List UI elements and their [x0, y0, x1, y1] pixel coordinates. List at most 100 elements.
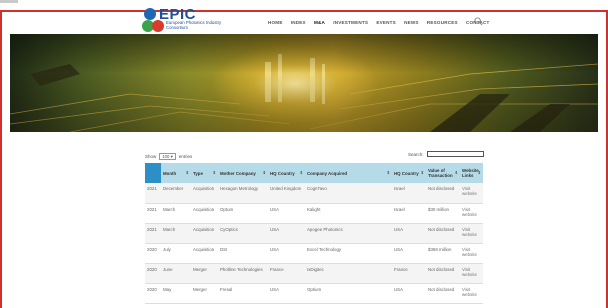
nav-events[interactable]: EVENTS	[376, 20, 396, 30]
cell-type: Acquisition	[191, 203, 218, 224]
sort-icon: ⇕	[185, 170, 189, 175]
sort-icon: ⇕	[386, 170, 390, 175]
visit-website-link[interactable]: Visit website	[460, 183, 483, 204]
col-website[interactable]: Website Links ⇕	[460, 163, 483, 183]
table-row: 2021 December Acquisition Hexagon Metrol…	[145, 183, 483, 204]
cell-hq-country-2: USA	[392, 243, 426, 264]
cell-hq-country: USA	[268, 283, 305, 304]
cell-hq-country: USA	[268, 243, 305, 264]
sort-icon: ⇕	[477, 170, 481, 175]
sort-icon: ⇕	[420, 170, 424, 175]
col-hq-country[interactable]: HQ Country ⇕	[268, 163, 305, 183]
cell-mother-company: Photline Technologies	[218, 263, 268, 284]
logo-subtitle: European Photonics Industry Consortium	[166, 20, 222, 30]
col-value[interactable]: Value of Transaction ⇕	[426, 163, 460, 183]
cell-hq-country-2: France	[392, 263, 426, 284]
col-year[interactable]	[145, 163, 161, 183]
table-row: 2020 June Merger Photline Technologies F…	[145, 263, 483, 284]
cell-value: Not disclosed	[426, 223, 460, 244]
visit-website-link[interactable]: Visit website	[460, 223, 483, 244]
cell-value: Not disclosed	[426, 183, 460, 204]
cell-company-acquired: IxDigitec	[305, 263, 392, 284]
cell-year: 2020	[145, 263, 161, 284]
cell-type: Merger	[191, 263, 218, 284]
logo-blue-circle	[144, 8, 156, 20]
show-label: Show	[145, 154, 157, 159]
nav-home[interactable]: HOME	[268, 20, 283, 30]
col-type[interactable]: Type ⇕	[191, 163, 218, 183]
cell-mother-company: DSI	[218, 243, 268, 264]
table-controls: Show 100 ▾ entries Search:	[145, 151, 484, 161]
cell-mother-company: Hexagon Metrology	[218, 183, 268, 204]
cell-year: 2020	[145, 243, 161, 264]
visit-website-link[interactable]: Visit website	[460, 263, 483, 284]
cell-mother-company: CyOptics	[218, 223, 268, 244]
cell-month: December	[161, 183, 191, 204]
cell-type: Acquisition	[191, 223, 218, 244]
sort-icon: ⇕	[299, 170, 303, 175]
cell-value: $30 million	[426, 203, 460, 224]
cell-type: Acquisition	[191, 243, 218, 264]
cell-company-acquired: Apogee Photonics	[305, 223, 392, 244]
cell-company-acquired: Excel Technology	[305, 243, 392, 264]
cell-value: Not disclosed	[426, 283, 460, 304]
visit-website-link[interactable]: Visit website	[460, 283, 483, 304]
hero-shade	[10, 34, 598, 132]
cell-hq-country: USA	[268, 203, 305, 224]
cell-month: June	[161, 263, 191, 284]
visit-website-link[interactable]: Visit website	[460, 203, 483, 224]
cell-hq-country: France	[268, 263, 305, 284]
nav-index[interactable]: INDEX	[291, 20, 306, 30]
cell-year: 2021	[145, 203, 161, 224]
entries-label: entries	[178, 154, 193, 159]
hero-banner-image	[10, 34, 598, 132]
table-row: 2020 July Acquisition DSI USA Excel Tech…	[145, 243, 483, 264]
search-icon[interactable]	[474, 17, 483, 26]
nav-resources[interactable]: RESOURCES	[427, 20, 458, 30]
cell-hq-country: United Kingdom	[268, 183, 305, 204]
col-hq-country-2[interactable]: HQ Country ⇕	[392, 163, 426, 183]
epic-logo[interactable]: EPIC European Photonics Industry Consort…	[142, 6, 232, 34]
nav-news[interactable]: NEWS	[404, 20, 419, 30]
sort-icon: ⇕	[454, 170, 458, 175]
nav-m-and-a[interactable]: M&A	[314, 20, 325, 30]
cell-mother-company: Fresal	[218, 283, 268, 304]
cell-hq-country-2: Israel	[392, 183, 426, 204]
col-mother-company[interactable]: Mother Company ⇕	[218, 163, 268, 183]
col-company-acquired[interactable]: Company Acquired ⇕	[305, 163, 392, 183]
sort-icon: ⇕	[212, 170, 216, 175]
nav-investments[interactable]: INVESTMENTS	[333, 20, 368, 30]
cell-company-acquired: Kalight	[305, 203, 392, 224]
cell-hq-country-2: USA	[392, 223, 426, 244]
entries-select[interactable]: 100 ▾	[159, 153, 176, 160]
visit-website-link[interactable]: Visit website	[460, 243, 483, 264]
cell-year: 2021	[145, 223, 161, 244]
cell-month: May	[161, 283, 191, 304]
table-row: 2020 May Merger Fresal USA Optium USA No…	[145, 283, 483, 304]
table-header-row: Month ⇕ Type ⇕ Mother Company ⇕ HQ Country ⇕…	[145, 163, 483, 183]
table-row: 2021 March Acquisition Optum USA Kalight…	[145, 203, 483, 224]
sort-icon: ⇕	[262, 170, 266, 175]
col-month[interactable]: Month ⇕	[161, 163, 191, 183]
search-input[interactable]	[426, 151, 484, 157]
cell-year: 2021	[145, 183, 161, 204]
cell-hq-country: USA	[268, 223, 305, 244]
cell-mother-company: Optum	[218, 203, 268, 224]
cell-value: Not disclosed	[426, 263, 460, 284]
cell-hq-country-2: USA	[392, 283, 426, 304]
cell-type: Acquisition	[191, 183, 218, 204]
main-nav: HOME INDEX M&A INVESTMENTS EVENTS NEWS R…	[268, 20, 498, 30]
cell-month: March	[161, 203, 191, 224]
cell-month: March	[161, 223, 191, 244]
table-row: 2021 March Acquisition CyOptics USA Apog…	[145, 223, 483, 244]
table-search: Search:	[408, 151, 484, 157]
ma-table: Month ⇕ Type ⇕ Mother Company ⇕ HQ Country ⇕…	[145, 163, 483, 304]
cell-type: Merger	[191, 283, 218, 304]
cell-value: $368 million	[426, 243, 460, 264]
cell-hq-country-2: Israel	[392, 203, 426, 224]
cell-company-acquired: Optium	[305, 283, 392, 304]
search-label: Search:	[408, 151, 424, 157]
site-header: EPIC European Photonics Industry Consort…	[0, 0, 608, 34]
cell-company-acquired: CognTavo	[305, 183, 392, 204]
entries-control: Show 100 ▾ entries	[145, 153, 192, 160]
